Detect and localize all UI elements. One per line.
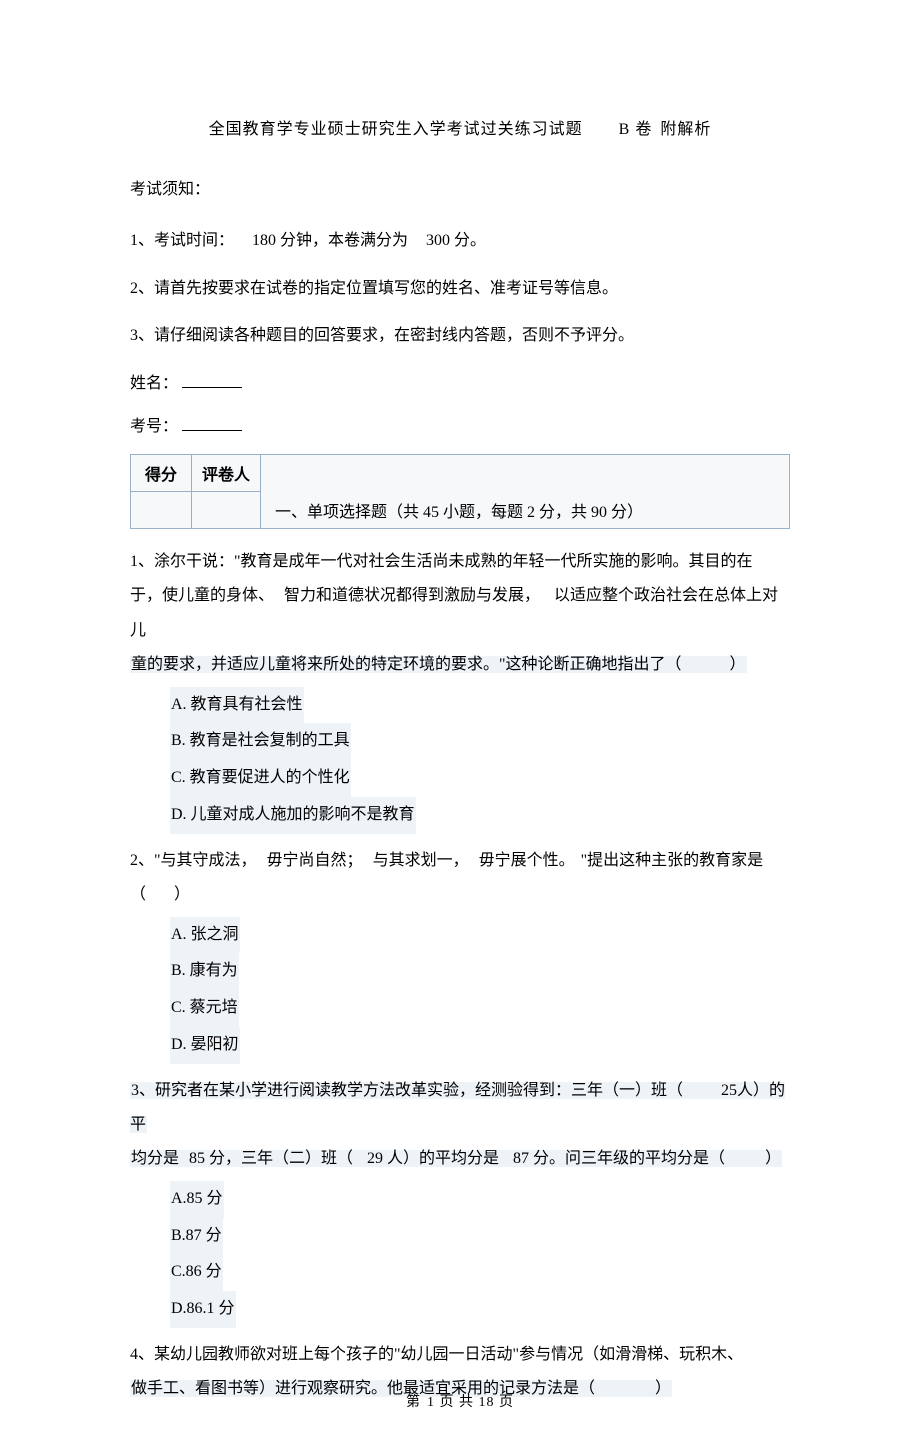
- footer-page: 1 页 共 18 页: [427, 1395, 514, 1410]
- text: 童的要求，并适应儿童将来所处的特定环境的要求。"这种论断正确地指出了（: [131, 656, 682, 673]
- q2-option-b: B. 康有为: [170, 953, 790, 990]
- title-main: 全国教育学专业硕士研究生入学考试过关练习试题: [209, 121, 583, 138]
- q1-option-a: A. 教育具有社会性: [170, 687, 790, 724]
- text: 1、考试时间：: [130, 232, 234, 249]
- q1-options: A. 教育具有社会性 B. 教育是社会复制的工具 C. 教育要促进人的个性化 D…: [130, 687, 790, 834]
- section-title-box: 一、单项选择题（共 45 小题，每题 2 分，共 90 分）: [261, 454, 790, 529]
- name-label: 姓名：: [130, 375, 178, 392]
- marker-cell: [192, 491, 261, 528]
- q1-option-d: D. 儿童对成人施加的影响不是教育: [170, 797, 790, 834]
- q1-line1: 1、涂尔干说："教育是成年一代对社会生活尚未成熟的年轻一代所实施的影响。其目的在: [130, 545, 790, 579]
- document-page: 全国教育学专业硕士研究生入学考试过关练习试题 B 卷附解析 考试须知： 1、考试时…: [0, 0, 920, 1447]
- q3-line2: 均分是 85 分，三年（二）班（ 29 人）的平均分是 87 分。问三年级的平均分是（…: [130, 1142, 790, 1176]
- text: 87 分。问三年级的平均分是（: [513, 1150, 725, 1167]
- q2-option-c: C. 蔡元培: [170, 990, 790, 1027]
- q3-line1: 3、研究者在某小学进行阅读教学方法改革实验，经测验得到：三年（一）班（25人）的…: [130, 1074, 790, 1143]
- text: 毋宁展个性。: [479, 852, 575, 869]
- text: 与其求划一，: [373, 852, 469, 869]
- section-header-row: 得分 评卷人 一、单项选择题（共 45 小题，每题 2 分，共 90 分）: [130, 454, 790, 529]
- text: 85 分，三年（二）班（: [189, 1150, 353, 1167]
- q1-line2: 于，使儿童的身体、智力和道德状况都得到激励与发展，以适应整个政治社会在总体上对儿: [130, 579, 790, 648]
- q2-line1: 2、"与其守成法， 毋宁尚自然； 与其求划一， 毋宁展个性。 "提出这种主张的教育家是 （…: [130, 844, 790, 913]
- notice-item-1: 1、考试时间： 180 分钟，本卷满分为 300 分。: [130, 224, 790, 258]
- question-2: 2、"与其守成法， 毋宁尚自然； 与其求划一， 毋宁展个性。 "提出这种主张的教育家是 （…: [130, 844, 790, 913]
- question-3: 3、研究者在某小学进行阅读教学方法改革实验，经测验得到：三年（一）班（25人）的…: [130, 1074, 790, 1177]
- text: 2、"与其守成法，: [130, 852, 257, 869]
- q2-option-a: A. 张之洞: [170, 917, 790, 954]
- score-table: 得分 评卷人: [130, 454, 261, 529]
- text: ）: [730, 656, 746, 673]
- section-title: 一、单项选择题（共 45 小题，每题 2 分，共 90 分）: [275, 498, 775, 522]
- q1-line3: 童的要求，并适应儿童将来所处的特定环境的要求。"这种论断正确地指出了（ ）: [130, 648, 790, 682]
- id-field: 考号：: [130, 410, 790, 444]
- q2-option-d: D. 晏阳初: [170, 1027, 790, 1064]
- footer-prefix: 第: [406, 1395, 421, 1410]
- q3-options: A.85 分 B.87 分 C.86 分 D.86.1 分: [130, 1181, 790, 1328]
- text: 3、研究者在某小学进行阅读教学方法改革实验，经测验得到：三年（一）班（: [131, 1082, 683, 1099]
- text: 智力和道德状况都得到激励与发展，: [284, 587, 540, 604]
- score-cell: [131, 491, 192, 528]
- id-blank: [182, 414, 242, 431]
- text: 均分是: [131, 1150, 179, 1167]
- q3-option-a: A.85 分: [170, 1181, 790, 1218]
- q3-option-d: D.86.1 分: [170, 1291, 790, 1328]
- name-field: 姓名：: [130, 367, 790, 401]
- page-footer: 第 1 页 共 18 页: [0, 1391, 920, 1411]
- q1-option-c: C. 教育要促进人的个性化: [170, 760, 790, 797]
- text: （: [130, 886, 146, 903]
- q3-option-c: C.86 分: [170, 1254, 790, 1291]
- text: 于，使儿童的身体、: [130, 587, 274, 604]
- text: ）: [174, 886, 190, 903]
- text: 29 人）的平均分是: [367, 1150, 499, 1167]
- q1-option-b: B. 教育是社会复制的工具: [170, 723, 790, 760]
- q3-option-b: B.87 分: [170, 1218, 790, 1255]
- text: 毋宁尚自然；: [267, 852, 363, 869]
- title-variant: B 卷: [619, 121, 653, 138]
- notice-item-3: 3、请仔细阅读各种题目的回答要求，在密封线内答题，否则不予评分。: [130, 319, 790, 353]
- document-title: 全国教育学专业硕士研究生入学考试过关练习试题 B 卷附解析: [130, 115, 790, 139]
- score-header: 得分: [131, 454, 192, 491]
- name-blank: [182, 371, 242, 388]
- q4-line1: 4、某幼儿园教师欲对班上每个孩子的"幼儿园一日活动"参与情况（如滑滑梯、玩积木、: [130, 1338, 790, 1372]
- q2-options: A. 张之洞 B. 康有为 C. 蔡元培 D. 晏阳初: [130, 917, 790, 1064]
- marker-header: 评卷人: [192, 454, 261, 491]
- text: "提出这种主张的教育家是: [581, 852, 764, 869]
- id-label: 考号：: [130, 418, 178, 435]
- text: 300 分。: [426, 232, 486, 249]
- text: ）: [765, 1150, 781, 1167]
- notice-item-2: 2、请首先按要求在试卷的指定位置填写您的姓名、准考证号等信息。: [130, 272, 790, 306]
- title-suffix: 附解析: [660, 121, 711, 138]
- text: 180 分钟，本卷满分为: [252, 232, 408, 249]
- question-1: 1、涂尔干说："教育是成年一代对社会生活尚未成熟的年轻一代所实施的影响。其目的在…: [130, 545, 790, 683]
- notice-heading: 考试须知：: [130, 174, 790, 206]
